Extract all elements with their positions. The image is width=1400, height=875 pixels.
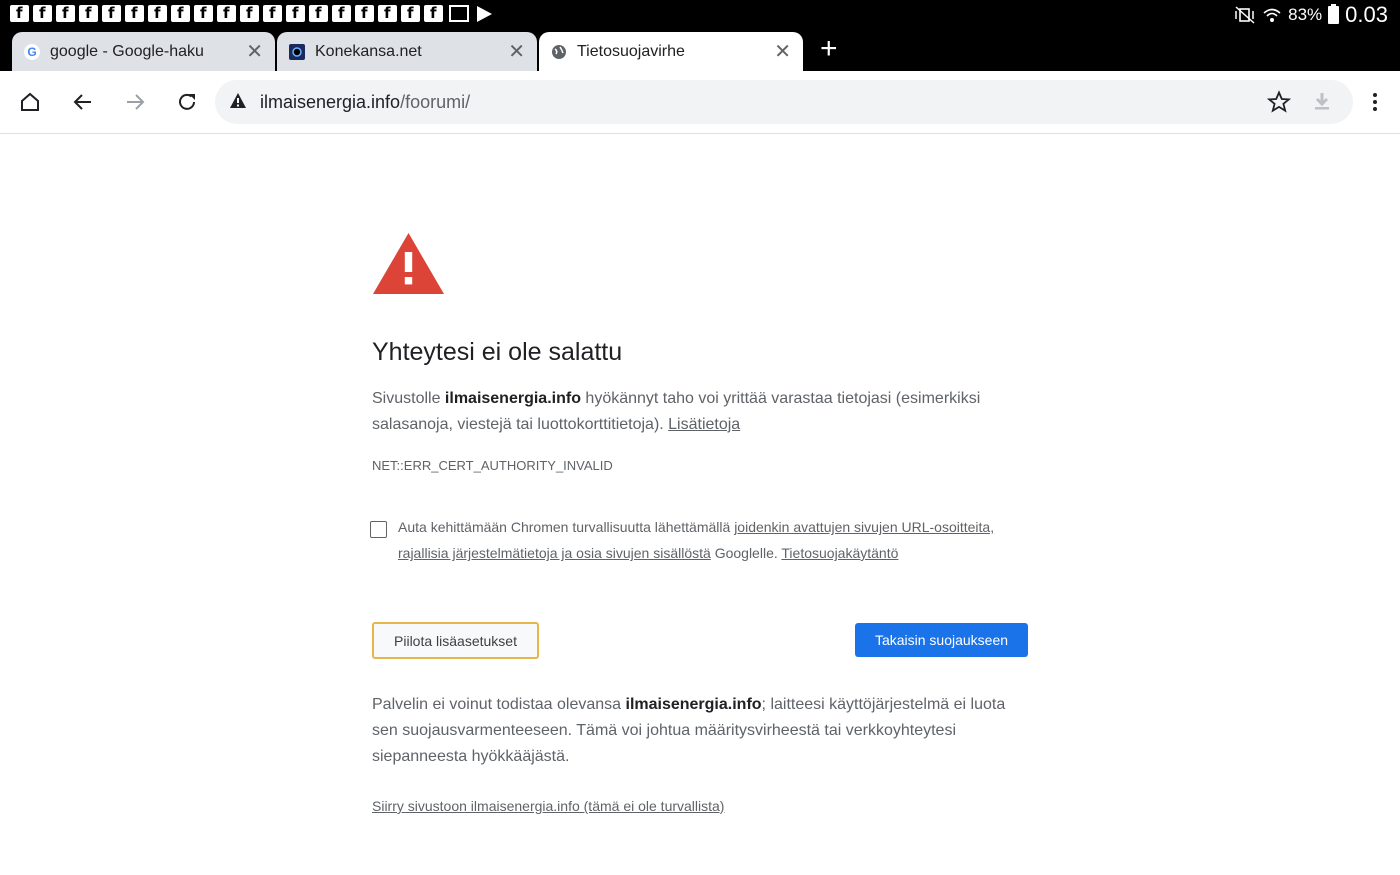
home-icon <box>21 92 39 111</box>
google-g-icon: G <box>24 43 40 60</box>
facebook-icon <box>332 4 351 22</box>
status-right: 83% 0.03 <box>1234 2 1388 28</box>
facebook-icon <box>56 4 75 22</box>
site-host: ilmaisenergia.info <box>444 390 581 407</box>
facebook-icon <box>286 4 305 22</box>
url-text[interactable]: ilmaisenergia.info/foorumi/ <box>260 92 470 113</box>
facebook-icon <box>401 4 420 22</box>
reload-button[interactable] <box>172 87 202 117</box>
close-icon[interactable]: ✕ <box>246 39 263 64</box>
facebook-icon <box>125 4 144 22</box>
vibrate-mute-icon <box>1235 6 1255 24</box>
reload-icon <box>179 93 195 110</box>
facebook-icon <box>171 4 190 22</box>
gmail-icon <box>449 5 469 22</box>
facebook-icon <box>355 4 374 22</box>
close-icon[interactable]: ✕ <box>508 39 525 64</box>
facebook-icon <box>10 4 29 22</box>
arrow-left-icon <box>73 94 91 110</box>
warning-triangle-icon <box>373 233 444 294</box>
forward-button[interactable] <box>120 87 150 117</box>
tab-strip: G google - Google-haku ✕ Konekansa.net ✕… <box>0 28 1400 71</box>
tab-google[interactable]: G google - Google-haku ✕ <box>12 32 275 71</box>
url-host: ilmaisenergia.info <box>260 92 401 112</box>
battery-icon <box>1328 4 1340 24</box>
facebook-icon <box>217 4 236 22</box>
address-bar[interactable]: ilmaisenergia.info/foorumi/ <box>215 80 1353 124</box>
advanced-text: Palvelin ei voinut todistaa olevansa <box>372 696 626 713</box>
facebook-icon <box>378 4 397 22</box>
proceed-unsafe-link[interactable]: Siirry sivustoon ilmaisenergia.info (täm… <box>372 798 724 814</box>
checkbox-label: Auta kehittämään Chromen turvallisuutta … <box>398 514 1038 566</box>
learn-more-link[interactable]: Lisätietoja <box>668 416 740 433</box>
facebook-icon <box>424 4 443 22</box>
facebook-icon <box>263 4 282 22</box>
star-icon[interactable] <box>1267 90 1291 114</box>
tab-konekansa[interactable]: Konekansa.net ✕ <box>277 32 537 71</box>
url-path: /foorumi/ <box>400 92 471 112</box>
browser-toolbar: ilmaisenergia.info/foorumi/ <box>0 71 1400 134</box>
tab-tietosuojavirhe[interactable]: Tietosuojavirhe ✕ <box>539 32 803 71</box>
description-text: Sivustolle <box>372 390 445 407</box>
facebook-icon <box>33 4 52 22</box>
new-tab-button[interactable]: + <box>820 34 838 64</box>
facebook-icon <box>194 4 213 22</box>
page-title: Yhteytesi ei ole salattu <box>372 338 623 366</box>
home-button[interactable] <box>15 87 45 117</box>
tab-title: google - Google-haku <box>50 42 204 60</box>
report-checkbox[interactable] <box>370 521 387 538</box>
play-store-icon <box>477 6 492 22</box>
tab-title: Konekansa.net <box>315 42 422 60</box>
facebook-icon <box>79 4 98 22</box>
facebook-icon <box>148 4 167 22</box>
download-icon[interactable] <box>1311 90 1333 112</box>
warning-description: Sivustolle ilmaisenergia.info hyökännyt … <box>372 386 1032 438</box>
clock: 0.03 <box>1345 2 1388 27</box>
close-icon[interactable]: ✕ <box>774 39 791 64</box>
site-host: ilmaisenergia.info <box>625 696 762 713</box>
checkbox-text: Googlelle. <box>710 545 782 561</box>
more-vert-icon[interactable] <box>1364 91 1386 113</box>
warning-icon[interactable] <box>229 92 247 110</box>
globe-icon <box>551 44 567 60</box>
status-bar: 83% 0.03 <box>0 0 1400 28</box>
konekansa-icon <box>289 43 305 60</box>
facebook-icon <box>240 4 259 22</box>
checkbox-text: Auta kehittämään Chromen turvallisuutta … <box>398 519 735 535</box>
error-code: NET::ERR_CERT_AUTHORITY_INVALID <box>372 458 613 473</box>
privacy-policy-link[interactable]: Tietosuojakäytäntö <box>781 545 898 561</box>
notification-icons <box>10 4 492 22</box>
arrow-right-icon <box>127 94 145 110</box>
battery-percent: 83% <box>1288 5 1323 24</box>
facebook-icon <box>309 4 328 22</box>
back-button[interactable] <box>68 87 98 117</box>
back-to-safety-button[interactable]: Takaisin suojaukseen <box>855 623 1028 657</box>
hide-advanced-button[interactable]: Piilota lisäasetukset <box>372 622 539 659</box>
advanced-description: Palvelin ei voinut todistaa olevansa ilm… <box>372 692 1032 770</box>
facebook-icon <box>102 4 121 22</box>
tab-title: Tietosuojavirhe <box>577 42 685 60</box>
wifi-icon <box>1263 8 1281 22</box>
